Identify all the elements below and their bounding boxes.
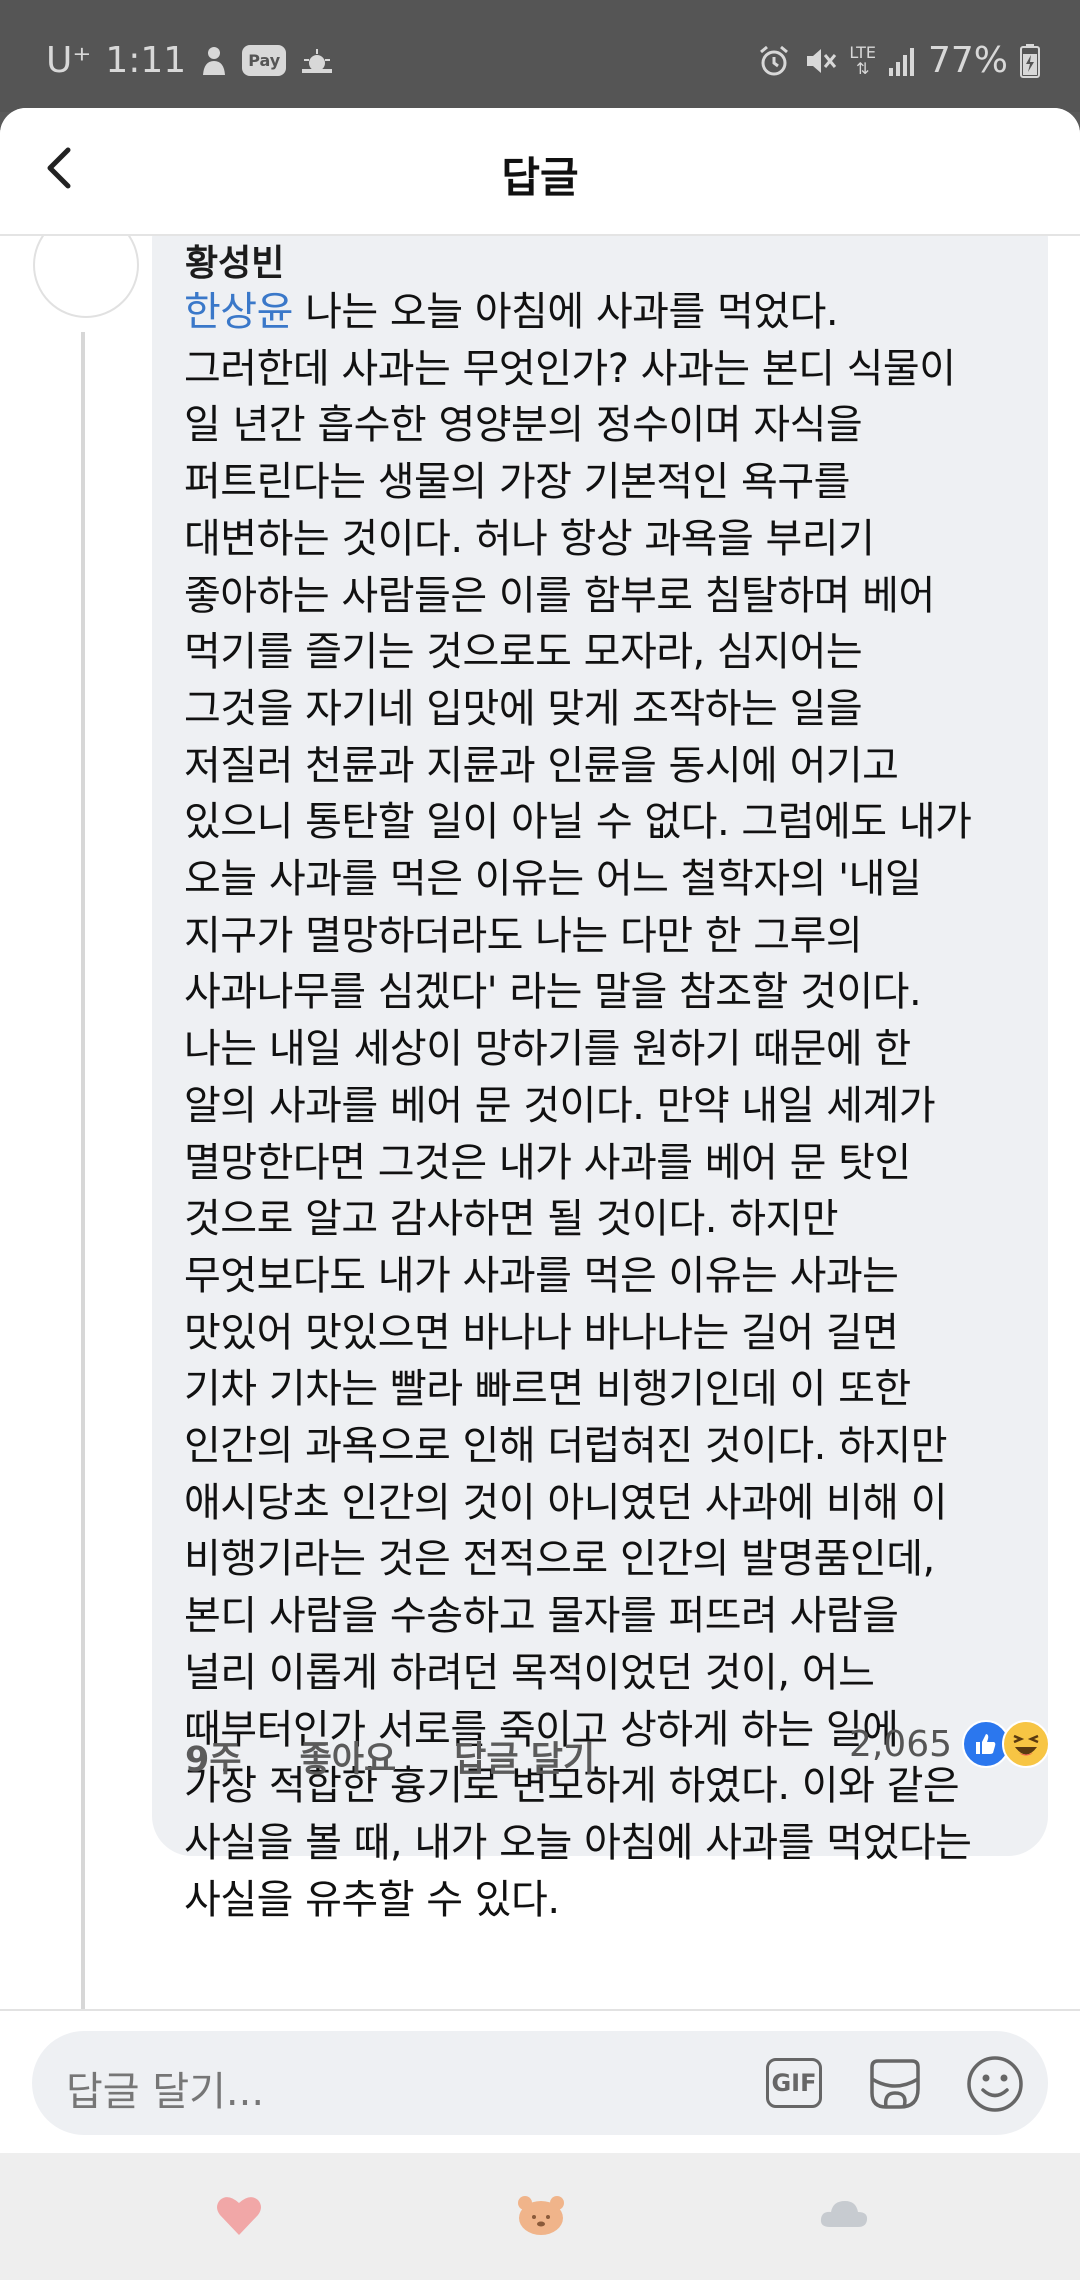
bear-nav-button[interactable]	[515, 2193, 567, 2237]
alarm-icon	[757, 44, 791, 78]
sticker-icon	[870, 2059, 920, 2109]
haha-reaction-icon	[1002, 1720, 1050, 1768]
reply-sheet: 답글 황성빈 한상윤 나는 오늘 아침에 사과를 먹었다. 그러한데 사과는 무…	[0, 108, 1080, 2153]
avatar[interactable]	[33, 236, 139, 318]
comment-author[interactable]: 황성빈	[185, 236, 284, 286]
lte-icon: LTE ⇅	[849, 42, 876, 78]
page-title: 답글	[501, 153, 579, 202]
reply-button[interactable]: 답글 달기	[454, 1731, 595, 1782]
reply-composer: 답글 달기... GIF	[0, 2009, 1080, 2153]
sticker-button[interactable]	[864, 2053, 926, 2115]
comment-thread: 황성빈 한상윤 나는 오늘 아침에 사과를 먹었다. 그러한데 사과는 무엇인가…	[0, 236, 1080, 2009]
cloud-nav-button[interactable]	[818, 2193, 868, 2237]
comment-actions: 9주 좋아요 답글 달기	[185, 1731, 595, 1782]
reply-input[interactable]: 답글 달기... GIF	[32, 2031, 1048, 2135]
battery-percent: 77%	[927, 40, 1008, 81]
reply-input-placeholder: 답글 달기...	[66, 2069, 265, 2115]
header: 답글	[0, 108, 1080, 236]
reactions[interactable]: 2,065	[849, 1720, 1050, 1768]
emoji-button[interactable]	[964, 2053, 1026, 2115]
heart-nav-button[interactable]	[214, 2193, 264, 2237]
weather-icon	[300, 47, 334, 75]
cloud-icon	[820, 2201, 868, 2227]
person-icon	[200, 45, 228, 77]
pay-icon: Pay	[242, 45, 287, 76]
comment-text: 한상윤 나는 오늘 아침에 사과를 먹었다. 그러한데 사과는 무엇인가? 사과…	[184, 284, 1024, 1928]
gif-button[interactable]: GIF	[766, 2058, 822, 2108]
clock: 1:11	[105, 40, 187, 81]
reaction-count: 2,065	[848, 1723, 952, 1765]
smiley-icon	[967, 2056, 1023, 2112]
like-button[interactable]: 좋아요	[300, 1731, 397, 1782]
comment-body: 나는 오늘 아침에 사과를 먹었다. 그러한데 사과는 무엇인가? 사과는 본디…	[184, 289, 972, 1923]
status-bar: U⁺ 1:11 Pay LTE ⇅ 77%	[0, 0, 1080, 112]
thread-line	[81, 332, 85, 2009]
comment-time: 9주	[185, 1740, 242, 1780]
signal-icon	[888, 46, 916, 76]
mention-link[interactable]: 한상윤	[184, 289, 293, 335]
bear-face-icon	[518, 2196, 564, 2235]
battery-charging-icon	[1020, 43, 1040, 78]
heart-icon	[217, 2197, 261, 2235]
carrier-label: U⁺	[46, 40, 92, 81]
mute-icon	[803, 45, 837, 77]
bottom-navigation	[0, 2153, 1080, 2280]
